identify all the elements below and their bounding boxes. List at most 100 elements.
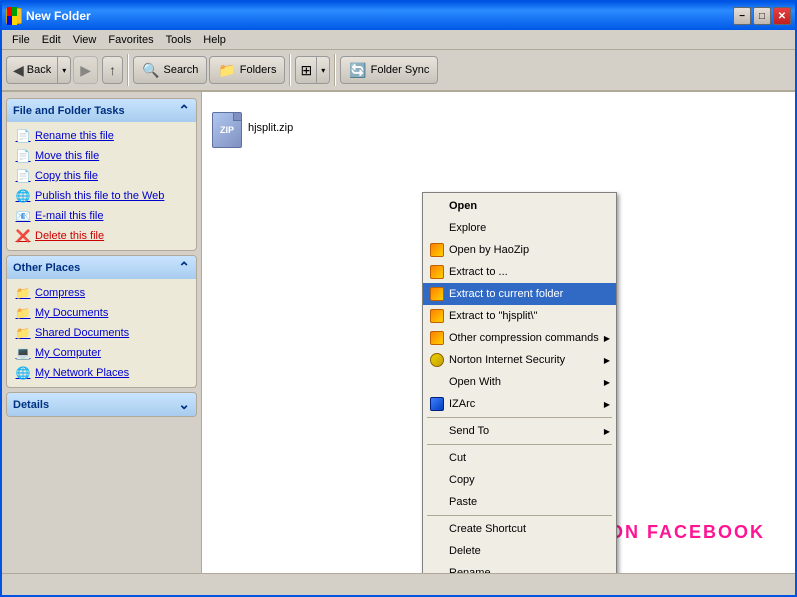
ctx-create-shortcut[interactable]: Create Shortcut	[423, 518, 616, 540]
delete-file-link[interactable]: ❌ Delete this file	[11, 226, 192, 246]
minimize-button[interactable]: −	[733, 7, 751, 25]
publish-icon: 🌐	[15, 188, 31, 204]
ctx-cut-label: Cut	[449, 452, 466, 464]
ctx-explore-label: Explore	[449, 222, 486, 234]
ctx-copy[interactable]: Copy	[423, 469, 616, 491]
ctx-compression-icon	[429, 330, 445, 346]
close-button[interactable]: ✕	[773, 7, 791, 25]
my-documents-link[interactable]: 📁 My Documents	[11, 303, 192, 323]
menu-edit[interactable]: Edit	[36, 32, 67, 48]
window: New Folder − □ ✕ File Edit View Favorite…	[0, 0, 797, 597]
ctx-other-compression-label: Other compression commands	[449, 332, 599, 344]
up-button[interactable]: ↑	[102, 56, 123, 84]
back-button[interactable]: ◀ Back	[6, 56, 57, 84]
separator-2	[289, 54, 291, 86]
view-chevron-icon: ▾	[321, 66, 325, 75]
ctx-norton-arrow-icon: ▶	[604, 356, 610, 365]
context-menu: Open Explore Open by HaoZip	[422, 192, 617, 573]
zip-file-icon: ZIP	[212, 112, 244, 144]
my-documents-label: My Documents	[35, 307, 108, 319]
ctx-open-haozip[interactable]: Open by HaoZip	[423, 239, 616, 261]
network-places-icon: 🌐	[15, 365, 31, 381]
left-panel: File and Folder Tasks ⌃ 📄 Rename this fi…	[2, 92, 202, 573]
ctx-extract-current[interactable]: Extract to current folder	[423, 283, 616, 305]
file-name: hjsplit.zip	[248, 122, 293, 134]
ctx-create-shortcut-label: Create Shortcut	[449, 523, 526, 535]
other-places-collapse-icon: ⌃	[178, 259, 190, 276]
rename-file-link[interactable]: 📄 Rename this file	[11, 126, 192, 146]
haozip-icon-shape	[430, 243, 444, 257]
shared-documents-link[interactable]: 📁 Shared Documents	[11, 323, 192, 343]
up-arrow-icon: ↑	[109, 62, 116, 78]
details-header[interactable]: Details ⌄	[7, 393, 196, 416]
my-network-places-link[interactable]: 🌐 My Network Places	[11, 363, 192, 383]
compress-label: Compress	[35, 287, 85, 299]
ctx-haozip-icon	[429, 242, 445, 258]
ctx-copy-label: Copy	[449, 474, 475, 486]
status-bar	[2, 573, 795, 595]
ctx-other-compression[interactable]: Other compression commands ▶	[423, 327, 616, 349]
folder-sync-button[interactable]: 🔄 Folder Sync	[340, 56, 438, 84]
menu-view[interactable]: View	[67, 32, 103, 48]
compress-link[interactable]: 📁 Compress	[11, 283, 192, 303]
ctx-explore-icon	[429, 220, 445, 236]
right-area: ZIP hjsplit.zip Open Explore	[202, 92, 795, 573]
menu-tools[interactable]: Tools	[160, 32, 198, 48]
search-button[interactable]: 🔍 Search	[133, 56, 207, 84]
ctx-open-with[interactable]: Open With ▶	[423, 371, 616, 393]
rename-label: Rename this file	[35, 130, 114, 142]
ctx-delete[interactable]: Delete	[423, 540, 616, 562]
ctx-explore[interactable]: Explore	[423, 217, 616, 239]
copy-label: Copy this file	[35, 170, 98, 182]
back-dropdown[interactable]: ▾	[57, 56, 71, 84]
ctx-sep-3	[427, 515, 612, 516]
ctx-extract-hjsplit-label: Extract to "hjsplit\"	[449, 310, 538, 322]
ctx-cut[interactable]: Cut	[423, 447, 616, 469]
view-button-group: ⊞ ▾	[295, 56, 330, 84]
view-dropdown[interactable]: ▾	[317, 56, 330, 84]
extract-current-icon-shape	[430, 287, 444, 301]
ctx-norton[interactable]: Norton Internet Security ▶	[423, 349, 616, 371]
ctx-extract-hjsplit[interactable]: Extract to "hjsplit\"	[423, 305, 616, 327]
ctx-send-to-icon	[429, 423, 445, 439]
file-tasks-header[interactable]: File and Folder Tasks ⌃	[7, 99, 196, 122]
ctx-izarc[interactable]: IZArc ▶	[423, 393, 616, 415]
details-section: Details ⌄	[6, 392, 197, 417]
publish-file-link[interactable]: 🌐 Publish this file to the Web	[11, 186, 192, 206]
folders-button[interactable]: 📁 Folders	[209, 56, 285, 84]
folders-label: Folders	[240, 64, 277, 76]
copy-file-link[interactable]: 📄 Copy this file	[11, 166, 192, 186]
details-collapse-icon: ⌄	[178, 396, 190, 413]
other-places-section: Other Places ⌃ 📁 Compress 📁 My Documents…	[6, 255, 197, 388]
compression-icon-shape	[430, 331, 444, 345]
move-file-link[interactable]: 📄 Move this file	[11, 146, 192, 166]
ctx-extract-to[interactable]: Extract to ...	[423, 261, 616, 283]
ctx-open-with-arrow-icon: ▶	[604, 378, 610, 387]
title-bar: New Folder − □ ✕	[2, 2, 795, 30]
email-file-link[interactable]: 📧 E-mail this file	[11, 206, 192, 226]
move-icon: 📄	[15, 148, 31, 164]
norton-icon-shape	[430, 353, 444, 367]
ctx-open[interactable]: Open	[423, 195, 616, 217]
restore-button[interactable]: □	[753, 7, 771, 25]
ctx-cut-icon	[429, 450, 445, 466]
menu-file[interactable]: File	[6, 32, 36, 48]
ctx-paste-label: Paste	[449, 496, 477, 508]
move-label: Move this file	[35, 150, 99, 162]
ctx-paste[interactable]: Paste	[423, 491, 616, 513]
menu-favorites[interactable]: Favorites	[102, 32, 159, 48]
ctx-send-to[interactable]: Send To ▶	[423, 420, 616, 442]
search-icon: 🔍	[142, 62, 159, 79]
extract-hjsplit-shape	[430, 309, 444, 323]
izarc-icon-shape	[430, 397, 444, 411]
forward-button[interactable]: ▶	[73, 56, 98, 84]
window-title: New Folder	[26, 9, 733, 23]
menu-help[interactable]: Help	[197, 32, 232, 48]
forward-arrow-icon: ▶	[80, 62, 91, 79]
my-computer-link[interactable]: 💻 My Computer	[11, 343, 192, 363]
other-places-header[interactable]: Other Places ⌃	[7, 256, 196, 279]
back-button-group: ◀ Back ▾	[6, 56, 71, 84]
view-button[interactable]: ⊞	[295, 56, 317, 84]
flag-q2	[12, 7, 17, 16]
ctx-rename[interactable]: Rename	[423, 562, 616, 573]
